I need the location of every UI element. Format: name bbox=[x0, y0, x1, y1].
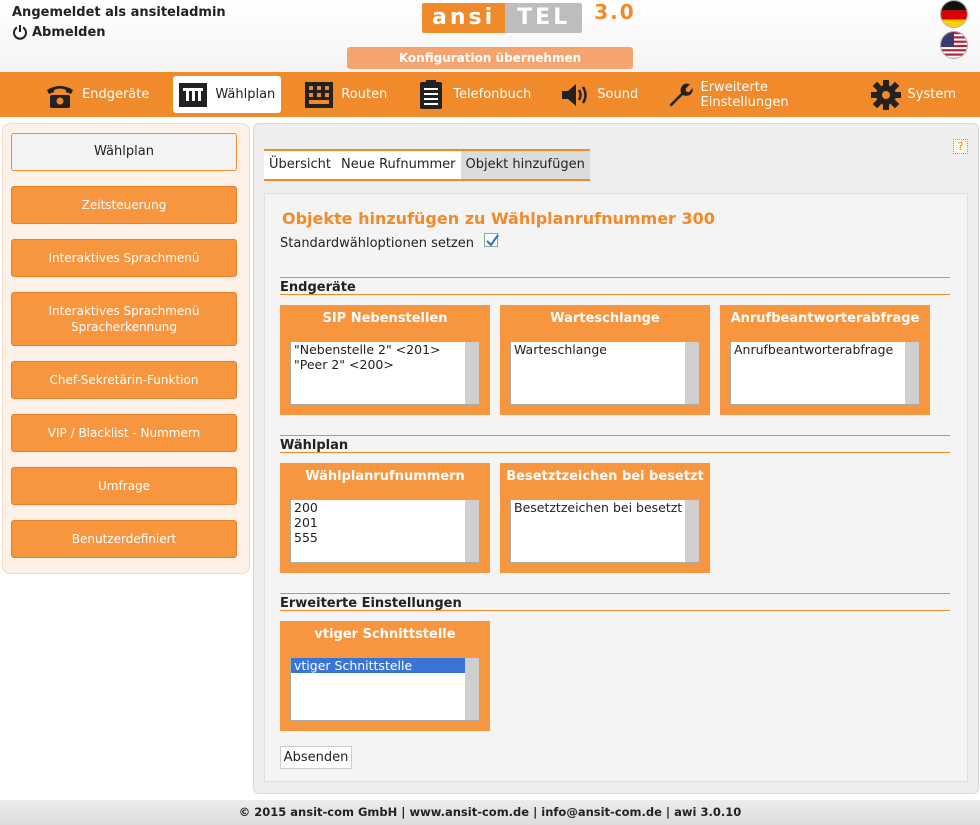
box-title: Wählplanrufnummern bbox=[305, 469, 465, 484]
box-warteschlange: Warteschlange Warteschlange bbox=[500, 305, 710, 415]
gear-icon bbox=[870, 79, 901, 110]
listbox-sip-nebenstellen[interactable]: "Nebenstelle 2" <201> "Peer 2" <200> bbox=[290, 341, 480, 405]
box-sip-nebenstellen: SIP Nebenstellen "Nebenstelle 2" <201> "… bbox=[280, 305, 490, 415]
scrollbar[interactable] bbox=[685, 500, 699, 562]
list-option[interactable]: 200 bbox=[291, 500, 479, 515]
tab-neue-rufnummer[interactable]: Neue Rufnummer bbox=[336, 151, 461, 179]
speaker-icon bbox=[562, 83, 588, 106]
box-title: SIP Nebenstellen bbox=[322, 311, 448, 326]
login-status: Angemeldet als ansiteladmin bbox=[12, 5, 226, 20]
us-flag-icon[interactable] bbox=[940, 31, 968, 59]
logo-tel: TEL bbox=[505, 3, 583, 33]
dialplan-icon bbox=[179, 82, 208, 107]
box-title: Besetztzeichen bei besetzt bbox=[506, 469, 704, 484]
nav-item-routen[interactable]: Routen bbox=[299, 76, 393, 113]
tab-objekt-hinzufuegen[interactable]: Objekt hinzufügen bbox=[460, 151, 590, 179]
main-nav: Endgeräte Wählplan Routen Telefonbuch So… bbox=[0, 72, 980, 117]
sidebar-item-zeitsteuerung[interactable]: Zeitsteuerung bbox=[11, 186, 237, 224]
box-title: Warteschlange bbox=[550, 311, 660, 326]
box-besetztzeichen: Besetztzeichen bei besetzt Besetztzeiche… bbox=[500, 463, 710, 573]
footer: © 2015 ansit-com GmbH | www.ansit-com.de… bbox=[0, 800, 980, 825]
nav-label: Routen bbox=[341, 87, 388, 102]
nav-item-waehlplan[interactable]: Wählplan bbox=[173, 76, 282, 113]
nav-label: Endgeräte bbox=[82, 87, 150, 102]
section-heading-erweiterte-einstellungen: Erweiterte Einstellungen bbox=[280, 593, 950, 611]
box-title: vtiger Schnittstelle bbox=[314, 627, 456, 642]
list-option[interactable]: Anrufbeantworterabfrage bbox=[731, 342, 919, 357]
scrollbar[interactable] bbox=[465, 658, 479, 720]
nav-label: System bbox=[907, 87, 956, 102]
german-flag-icon[interactable] bbox=[940, 0, 968, 28]
listbox-vtiger-schnittstelle[interactable]: vtiger Schnittstelle bbox=[290, 657, 480, 721]
list-option[interactable]: "Nebenstelle 2" <201> bbox=[291, 342, 479, 357]
phone-icon bbox=[47, 85, 73, 108]
box-waehlplanrufnummern: Wählplanrufnummern 200 201 555 bbox=[280, 463, 490, 573]
sidebar-item-benutzerdefiniert[interactable]: Benutzerdefiniert bbox=[11, 520, 237, 558]
logout-label: Abmelden bbox=[32, 24, 106, 40]
nav-label: Telefonbuch bbox=[453, 87, 532, 102]
listbox-besetztzeichen[interactable]: Besetztzeichen bei besetzt bbox=[510, 499, 700, 563]
apply-config-button[interactable]: Konfiguration übernehmen bbox=[347, 47, 633, 69]
sidebar-item-waehlplan[interactable]: Wählplan bbox=[11, 133, 237, 171]
nav-item-endgeraete[interactable]: Endgeräte bbox=[40, 76, 155, 113]
scrollbar[interactable] bbox=[685, 342, 699, 404]
list-option[interactable]: "Peer 2" <200> bbox=[291, 357, 479, 372]
sidebar-item-sprachmenue[interactable]: Interaktives Sprachmenü bbox=[11, 239, 237, 277]
scrollbar[interactable] bbox=[465, 342, 479, 404]
logo-ansi: ansi bbox=[422, 3, 506, 33]
nav-label: Erweiterte Einstellungen bbox=[700, 79, 789, 110]
standard-options-label: Standardwähloptionen setzen bbox=[280, 236, 474, 251]
tab-bar: Übersicht Neue Rufnummer Objekt hinzufüg… bbox=[264, 149, 590, 181]
nav-item-erweiterte-einstellungen[interactable]: Erweiterte Einstellungen bbox=[662, 76, 847, 113]
help-icon[interactable]: ? bbox=[953, 139, 968, 154]
header: Angemeldet als ansiteladmin Abmelden ans… bbox=[0, 0, 980, 72]
nav-item-sound[interactable]: Sound bbox=[555, 76, 644, 113]
listbox-waehlplanrufnummern[interactable]: 200 201 555 bbox=[290, 499, 480, 563]
list-option[interactable]: 201 bbox=[291, 515, 479, 530]
list-option[interactable]: Besetztzeichen bei besetzt bbox=[511, 500, 699, 515]
sidebar-item-vip-blacklist[interactable]: VIP / Blacklist - Nummern bbox=[11, 414, 237, 452]
logo-version: 3.0 bbox=[594, 0, 636, 24]
nav-label: Sound bbox=[597, 87, 639, 102]
list-option[interactable]: 555 bbox=[291, 530, 479, 545]
nav-item-telefonbuch[interactable]: Telefonbuch bbox=[411, 76, 537, 113]
submit-button[interactable]: Absenden bbox=[280, 746, 352, 769]
sidebar-item-chef-sekretaerin[interactable]: Chef-Sekretärin-Funktion bbox=[11, 361, 237, 399]
power-icon bbox=[13, 25, 27, 40]
phonebook-icon bbox=[420, 79, 443, 109]
logout-button[interactable]: Abmelden bbox=[12, 24, 106, 40]
box-anrufbeantworterabfrage: Anrufbeantworterabfrage Anrufbeantworter… bbox=[720, 305, 930, 415]
listbox-warteschlange[interactable]: Warteschlange bbox=[510, 341, 700, 405]
sidebar: Wählplan Zeitsteuerung Interaktives Spra… bbox=[2, 123, 250, 574]
sidebar-item-spracherkennung[interactable]: Interaktives Sprachmenü Spracherkennung bbox=[11, 292, 237, 346]
section-heading-waehlplan: Wählplan bbox=[280, 435, 950, 453]
scrollbar[interactable] bbox=[905, 342, 919, 404]
list-option-selected[interactable]: vtiger Schnittstelle bbox=[291, 658, 465, 673]
routes-icon bbox=[305, 81, 334, 108]
checkmark-icon bbox=[486, 233, 499, 247]
standard-options-checkbox[interactable] bbox=[484, 232, 499, 247]
box-title: Anrufbeantworterabfrage bbox=[730, 311, 920, 326]
standard-options-row: Standardwähloptionen setzen bbox=[280, 232, 499, 251]
sidebar-item-umfrage[interactable]: Umfrage bbox=[11, 467, 237, 505]
tab-uebersicht[interactable]: Übersicht bbox=[264, 151, 336, 179]
nav-item-system[interactable]: System bbox=[866, 76, 962, 113]
logo: ansi TEL 3.0 bbox=[422, 0, 636, 33]
box-vtiger-schnittstelle: vtiger Schnittstelle vtiger Schnittstell… bbox=[280, 621, 490, 731]
wrench-icon bbox=[669, 83, 693, 106]
nav-label: Wählplan bbox=[215, 87, 276, 102]
section-heading-endgeraete: Endgeräte bbox=[280, 277, 950, 295]
scrollbar[interactable] bbox=[465, 500, 479, 562]
listbox-anrufbeantworterabfrage[interactable]: Anrufbeantworterabfrage bbox=[730, 341, 920, 405]
list-option[interactable]: Warteschlange bbox=[511, 342, 699, 357]
page-title: Objekte hinzufügen zu Wählplanrufnummer … bbox=[282, 209, 715, 228]
